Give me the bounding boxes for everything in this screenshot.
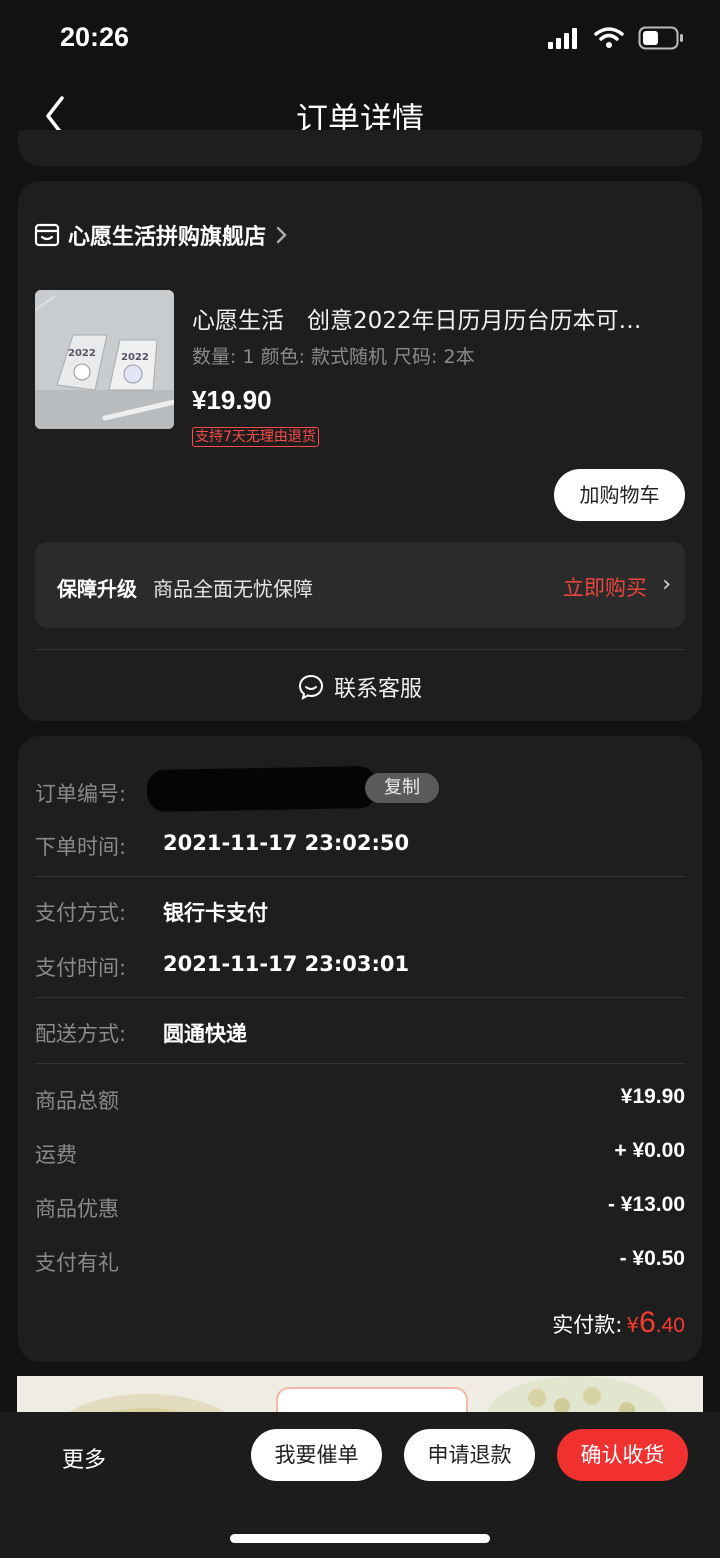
paid-total: 实付款: ¥ 6 .40	[552, 1306, 685, 1340]
customer-service-icon	[298, 674, 323, 700]
amount-value: - ¥13.00	[607, 1193, 685, 1216]
chevron-right-icon: ›	[662, 572, 671, 597]
signal-icon	[548, 28, 577, 49]
order-info-card: 订单编号: 复制 下单时间: 2021-11-17 23:02:50 支付方式:…	[18, 736, 702, 1362]
chevron-right-icon	[276, 226, 287, 244]
product-price: ¥19.90	[192, 385, 272, 415]
paid-integer: 6	[639, 1306, 656, 1339]
amount-label: 商品总额	[35, 1089, 119, 1113]
status-bar: 20:26	[0, 0, 720, 80]
status-icons	[548, 26, 684, 50]
store-icon	[34, 223, 60, 247]
product-title[interactable]: 心愿生活 创意2022年日历月历台历本可…	[192, 301, 682, 335]
buy-now-link[interactable]: 立即购买	[563, 572, 647, 602]
previous-card-edge	[18, 130, 702, 166]
paid-decimal: .40	[655, 1314, 685, 1337]
order-time-label: 下单时间:	[35, 835, 127, 859]
amount-label: 商品优惠	[35, 1197, 119, 1221]
delivery-label: 配送方式:	[35, 1022, 127, 1046]
shop-link[interactable]: 心愿生活拼购旗舰店	[34, 219, 290, 251]
wifi-icon	[594, 27, 624, 48]
order-time-value: 2021-11-17 23:02:50	[163, 831, 410, 855]
urge-order-button[interactable]: 我要催单	[251, 1429, 382, 1481]
insurance-upgrade[interactable]: 保障升级 商品全面无忧保障 立即购买 ›	[35, 542, 685, 628]
home-indicator	[230, 1534, 490, 1543]
thumb-year-right: 2022	[121, 352, 149, 363]
order-number-label: 订单编号:	[35, 782, 127, 806]
amount-value: ¥19.90	[620, 1085, 685, 1108]
pay-time-value: 2021-11-17 23:03:01	[163, 952, 410, 976]
product-image[interactable]: 2022 2022	[35, 290, 174, 429]
paid-currency: ¥	[626, 1313, 640, 1337]
product-spec: 数量: 1 颜色: 款式随机 尺码: 2本	[192, 346, 475, 368]
shop-name: 心愿生活拼购旗舰店	[68, 225, 267, 250]
divider	[35, 876, 685, 877]
confirm-receipt-button[interactable]: 确认收货	[557, 1429, 688, 1481]
insurance-desc: 商品全面无忧保障	[153, 577, 313, 601]
contact-service-button[interactable]: 联系客服	[18, 671, 702, 703]
amount-label: 运费	[35, 1143, 77, 1167]
amount-value: + ¥0.00	[614, 1139, 685, 1162]
pay-method-value: 银行卡支付	[163, 901, 268, 925]
shop-card: 心愿生活拼购旗舰店 2022 2022 心愿生活 创意2022年日历月历台历本可…	[18, 181, 702, 721]
bottom-action-bar: 更多 我要催单 申请退款 确认收货	[0, 1412, 720, 1558]
battery-icon	[638, 26, 683, 50]
contact-service-label: 联系客服	[333, 677, 422, 702]
return-policy-badge: 支持7天无理由退货	[192, 427, 319, 447]
thumb-year-left: 2022	[68, 348, 96, 359]
redacted-order-number	[146, 765, 378, 813]
request-refund-button[interactable]: 申请退款	[404, 1429, 535, 1481]
add-to-cart-button[interactable]: 加购物车	[554, 469, 685, 521]
amount-label: 支付有礼	[35, 1251, 119, 1275]
more-button[interactable]: 更多	[62, 1442, 106, 1474]
divider	[35, 1063, 685, 1064]
copy-button[interactable]: 复制	[365, 773, 439, 803]
pay-time-label: 支付时间:	[35, 956, 127, 980]
delivery-value: 圆通快递	[163, 1022, 247, 1046]
paid-label: 实付款:	[552, 1313, 623, 1337]
insurance-label: 保障升级	[57, 577, 137, 601]
divider	[35, 997, 685, 998]
pay-method-label: 支付方式:	[35, 901, 127, 925]
divider	[35, 649, 685, 650]
amount-value: - ¥0.50	[619, 1247, 685, 1270]
status-time: 20:26	[60, 22, 130, 52]
